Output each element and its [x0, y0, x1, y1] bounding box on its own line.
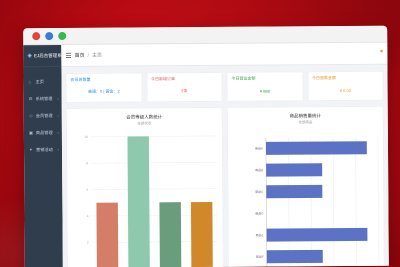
breadcrumb-home[interactable]: 首页 [75, 52, 85, 59]
y-tick-label: 8 [86, 161, 88, 165]
gridline [355, 136, 357, 267]
bar[interactable] [159, 202, 182, 267]
bar[interactable] [265, 141, 367, 155]
y-tick-label: 2 [87, 241, 89, 245]
topbar: ☰ 首页 / 主页 ● [61, 42, 388, 68]
charts-row: 会员等级人数统计 全部状态 0246810普通会员黄金会员白金会员钻石会员 商品… [62, 101, 389, 267]
y-tick-label: 商品D [255, 211, 264, 216]
stat-title: 今日退款金额 [312, 75, 337, 81]
chevron-right-icon: › [57, 147, 60, 153]
app-logo[interactable]: ◈ EJ后台管理系统 [23, 45, 66, 68]
sidebar: ◈ EJ后台管理系统 ⌂ 主页 ⚙ 系统管理 › ☺ 会员管理 › ▣ 商品管理 › ✦ 营销活动 › [23, 45, 66, 267]
chevron-right-icon: › [57, 96, 59, 102]
sidebar-item-0[interactable]: ⌂ 主页 [23, 73, 61, 90]
admin-app: ◈ EJ后台管理系统 ⌂ 主页 ⚙ 系统管理 › ☺ 会员管理 › ▣ 商品管理 › ✦ 营销活动 › ☰… [23, 42, 389, 267]
chevron-right-icon: › [57, 130, 59, 136]
sidebar-item-4[interactable]: ✦ 营销活动 › [24, 141, 62, 158]
gear-icon: ⚙ [28, 95, 33, 101]
y-tick-label: 商品A [255, 146, 263, 151]
gift-icon: ✦ [28, 146, 33, 152]
y-axis [265, 137, 268, 267]
stat-card[interactable]: 会员总数量普通：0 | 黄金：2 [65, 72, 143, 103]
stats-row: 会员总数量普通：0 | 黄金：2 今日新增订单 2条 今日营业金额 ¥ 888 今日退款金… [61, 65, 387, 103]
bar[interactable] [96, 202, 119, 267]
gridline [288, 137, 290, 267]
close-window-button[interactable] [32, 32, 41, 41]
stat-title: 会员总数量 [70, 76, 91, 82]
sidebar-item-label: 会员管理 [35, 112, 53, 118]
y-tick-label: 商品B [255, 167, 263, 172]
y-tick-label: 商品C [255, 189, 264, 194]
user-icon: ☺ [28, 113, 34, 119]
breadcrumb-separator: / [87, 52, 90, 59]
member-level-bar-chart: 0246810普通会员黄金会员白金会员钻石会员 [84, 135, 218, 267]
breadcrumb-current: 主页 [92, 52, 103, 59]
product-sales-bar-chart: 商品A 商品B 商品C 商品D 商品E 商品F [255, 136, 380, 267]
product-sales-chart: 商品销售量统计 全部商品 商品A 商品B 商品C 商品D 商品E 商品F [226, 105, 385, 267]
bar[interactable] [190, 201, 213, 267]
bar[interactable] [266, 249, 323, 264]
stat-value: 2条 [181, 88, 188, 94]
gridline [91, 188, 218, 190]
bar[interactable] [266, 163, 323, 177]
y-tick-label: 6 [87, 188, 89, 192]
gridline [377, 136, 380, 267]
main-content: ☰ 首页 / 主页 ● 会员总数量普通：0 | 黄金：2 今日新增订单 2条 今日营业… [61, 42, 389, 267]
stat-card[interactable]: 今日新增订单 2条 [145, 71, 223, 103]
stat-value: ¥ 888 [259, 88, 270, 94]
stat-card[interactable]: 今日营业金额 ¥ 888 [226, 71, 304, 102]
stat-value: ¥ 0.00 [339, 87, 351, 94]
bar[interactable] [266, 184, 323, 199]
member-level-chart: 会员等级人数统计 全部状态 0246810普通会员黄金会员白金会员钻石会员 [65, 106, 224, 267]
stat-card[interactable]: 今日退款金额 ¥ 0.00 [306, 70, 384, 102]
gridline [332, 137, 335, 267]
home-icon: ⌂ [28, 79, 32, 85]
sidebar-item-label: 系统管理 [35, 95, 53, 101]
y-tick-label: 4 [87, 214, 89, 218]
gridline [91, 162, 218, 164]
box-icon: ▣ [28, 129, 34, 135]
bar[interactable] [127, 136, 150, 267]
sidebar-item-3[interactable]: ▣ 商品管理 › [24, 124, 62, 141]
y-tick-label: 10 [84, 135, 88, 139]
gridline [90, 135, 217, 138]
chevron-right-icon: › [57, 113, 59, 119]
sidebar-item-1[interactable]: ⚙ 系统管理 › [24, 90, 62, 107]
gridline [310, 137, 312, 267]
sidebar-item-label: 主页 [35, 78, 44, 84]
y-tick-label: 商品E [256, 232, 264, 237]
stat-title: 今日营业金额 [231, 75, 256, 81]
sidebar-item-label: 商品管理 [35, 129, 53, 135]
sidebar-item-label: 营销活动 [35, 146, 53, 152]
sidebar-nav: ⌂ 主页 ⚙ 系统管理 › ☺ 会员管理 › ▣ 商品管理 › ✦ 营销活动 › [23, 67, 62, 158]
hamburger-menu-icon[interactable]: ☰ [65, 51, 71, 59]
y-tick-label: 商品F [256, 254, 264, 259]
logo-icon: ◈ [27, 53, 33, 60]
stat-value: 普通：0 | 黄金：2 [87, 88, 120, 94]
minimize-window-button[interactable] [45, 32, 54, 41]
user-avatar-icon[interactable]: ● [380, 49, 384, 55]
browser-window: ◈ EJ后台管理系统 ⌂ 主页 ⚙ 系统管理 › ☺ 会员管理 › ▣ 商品管理 › ✦ 营销活动 › ☰… [23, 25, 389, 267]
maximize-window-button[interactable] [58, 31, 67, 41]
stat-title: 今日新增订单 [151, 76, 176, 82]
sidebar-item-2[interactable]: ☺ 会员管理 › [24, 107, 62, 124]
bar[interactable] [266, 227, 368, 242]
